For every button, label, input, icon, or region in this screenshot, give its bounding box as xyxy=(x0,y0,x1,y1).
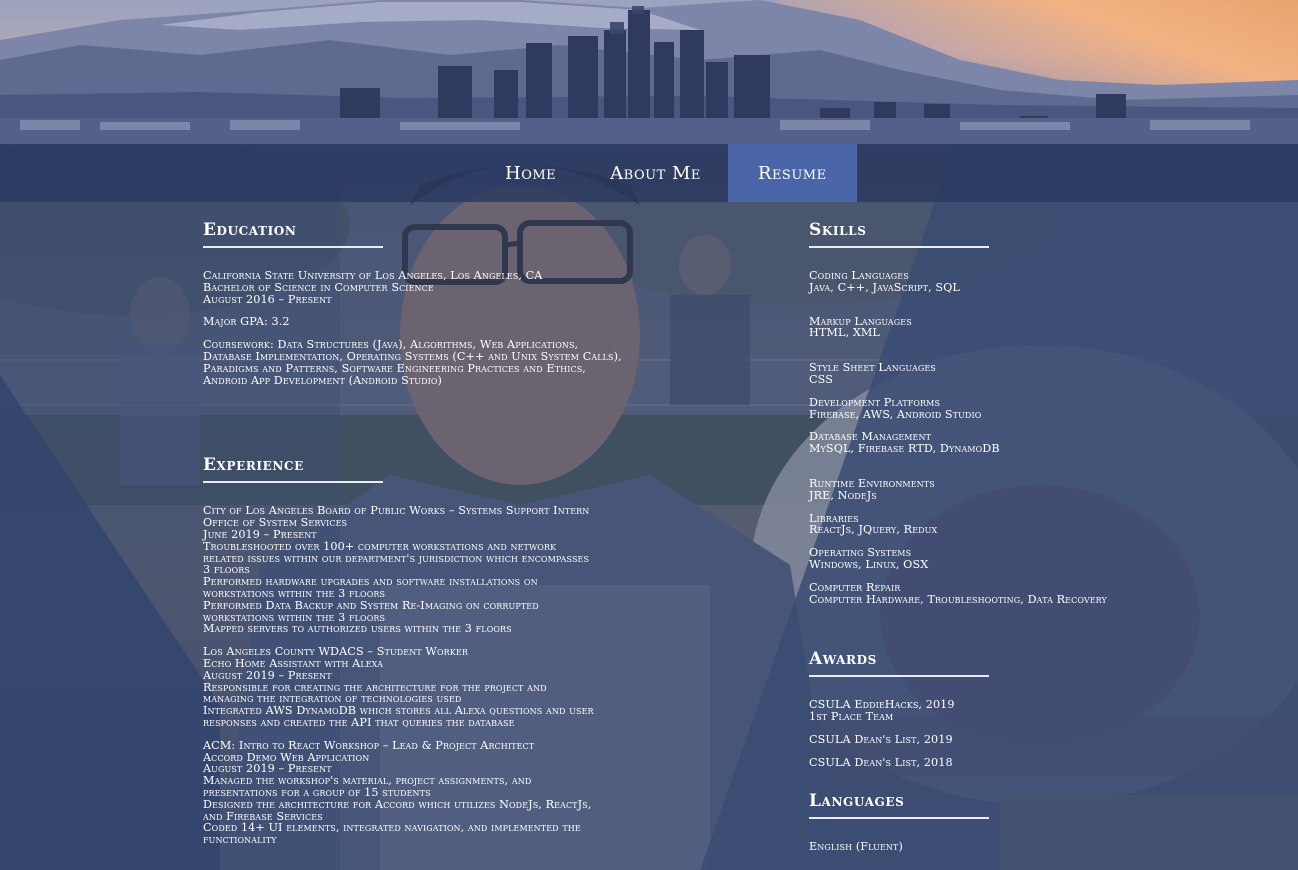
experience-title: Experience xyxy=(203,455,304,476)
skyline-graphic xyxy=(0,0,1298,145)
experience-line: August 2019 – Present xyxy=(203,668,332,682)
experience-line: related issues within our department's j… xyxy=(203,551,590,565)
experience-line: Troubleshooted over 100+ computer workst… xyxy=(203,539,557,553)
skill-group: Libraries ReactJs, JQuery, Redux xyxy=(809,512,1189,537)
education-gpa-block: Major GPA: 3.2 xyxy=(203,316,633,328)
skills-title: Skills xyxy=(809,220,867,240)
award-item: CSULA EddieHacks, 2019 1st Place Team xyxy=(809,699,1189,723)
section-divider xyxy=(809,675,989,678)
section-divider xyxy=(809,816,989,819)
skill-group-value: MySQL, Firebase RTD, DynamoDB xyxy=(809,442,1000,456)
award-line: 1st Place Team xyxy=(809,710,894,724)
awards-title: Awards xyxy=(809,649,877,670)
award-line: CSULA Dean's List, 2018 xyxy=(809,755,953,769)
skill-group: Development Platforms Firebase, AWS, And… xyxy=(809,395,1189,421)
award-line: CSULA Dean's List, 2019 xyxy=(809,732,953,746)
experience-line: Echo Home Assistant with Alexa xyxy=(203,656,384,670)
experience-entry: City of Los Angeles Board of Public Work… xyxy=(203,505,633,635)
education-title: Education xyxy=(203,220,297,240)
skill-group: Coding Languages Java, C++, JavaScript, … xyxy=(809,270,1189,294)
experience-line: ACM: Intro to React Workshop – Lead & Pr… xyxy=(203,738,535,752)
skill-group: Database Management MySQL, Firebase RTD,… xyxy=(809,431,1189,455)
hero-skyline-image xyxy=(0,0,1298,145)
languages-section: Languages English (Fluent) xyxy=(809,789,1189,853)
experience-line: Mapped servers to authorized users withi… xyxy=(203,622,512,636)
education-section: Education California State University of… xyxy=(203,218,633,386)
skill-group-value: JRE, NodeJs xyxy=(809,488,877,502)
skill-group-value: Windows, Linux, OSX xyxy=(809,557,929,571)
experience-line: workstations within the 3 floors xyxy=(203,586,386,600)
education-dates: August 2016 – Present xyxy=(203,292,332,306)
experience-line: Designed the architecture for Accord whi… xyxy=(203,797,592,811)
nav-about-me[interactable]: About Me xyxy=(583,144,728,202)
experience-entry: Los Angeles County WDACS – Student Worke… xyxy=(203,646,633,729)
main-nav: Home About Me Resume xyxy=(0,144,1298,202)
experience-line: responses and created the API that queri… xyxy=(203,715,515,729)
section-divider xyxy=(809,246,989,248)
award-item: CSULA Dean's List, 2019 xyxy=(809,734,1189,746)
awards-section: Awards CSULA EddieHacks, 2019 1st Place … xyxy=(809,647,1189,768)
skill-group: Markup Languages HTML, XML xyxy=(809,315,1189,340)
skill-group-value: ReactJs, JQuery, Redux xyxy=(809,523,938,537)
nav-resume[interactable]: Resume xyxy=(727,144,857,202)
section-divider xyxy=(203,481,383,484)
resume-right-column: Skills Coding Languages Java, C++, JavaS… xyxy=(809,218,1189,863)
experience-entry: ACM: Intro to React Workshop – Lead & Pr… xyxy=(203,738,633,847)
skill-group: Style Sheet Languages CSS xyxy=(809,362,1189,386)
nav-home[interactable]: Home xyxy=(478,144,583,202)
experience-line: functionality xyxy=(203,833,277,847)
skill-group: Runtime Environments JRE, NodeJs xyxy=(809,478,1189,502)
experience-line: Performed Data Backup and System Re-Imag… xyxy=(203,598,539,612)
skill-group-value: CSS xyxy=(809,372,833,386)
skill-group: Computer Repair Computer Hardware, Troub… xyxy=(809,580,1189,606)
skill-group-value: Computer Hardware, Troubleshooting, Data… xyxy=(809,592,1107,606)
education-degree: Bachelor of Science in Computer Science xyxy=(203,280,434,294)
skills-section: Skills Coding Languages Java, C++, JavaS… xyxy=(809,218,1189,605)
skill-group-value: Firebase, AWS, Android Studio xyxy=(809,407,982,421)
skill-group: Operating Systems Windows, Linux, OSX xyxy=(809,547,1189,571)
education-gpa: Major GPA: 3.2 xyxy=(203,315,290,329)
experience-section: Experience City of Los Angeles Board of … xyxy=(203,453,633,846)
experience-line: presentations for a group of 15 students xyxy=(203,785,431,799)
language-item: English (Fluent) xyxy=(809,839,1189,853)
experience-line: June 2019 – Present xyxy=(203,527,317,541)
language-line: English (Fluent) xyxy=(809,839,903,853)
education-coursework: Coursework: Data Structures (Java), Algo… xyxy=(203,339,633,386)
coursework-line: Paradigms and Patterns, Software Enginee… xyxy=(203,361,586,375)
skill-group-name: Runtime Environments xyxy=(809,476,935,490)
education-entry: California State University of Los Angel… xyxy=(203,270,633,305)
award-item: CSULA Dean's List, 2018 xyxy=(809,755,1189,769)
skill-group-name: Style Sheet Languages xyxy=(809,361,936,375)
coursework-line: Android App Development (Android Studio) xyxy=(203,373,443,387)
skill-group-value: Java, C++, JavaScript, SQL xyxy=(809,280,960,294)
skill-group-name: Development Platforms xyxy=(809,395,941,409)
coursework-line: Database Implementation, Operating Syste… xyxy=(203,349,622,363)
skill-group-name: Computer Repair xyxy=(809,580,901,594)
languages-title: Languages xyxy=(809,790,905,811)
skill-group-value: HTML, XML xyxy=(809,326,880,340)
resume-left-column: Education California State University of… xyxy=(203,218,633,857)
section-divider xyxy=(203,246,383,248)
